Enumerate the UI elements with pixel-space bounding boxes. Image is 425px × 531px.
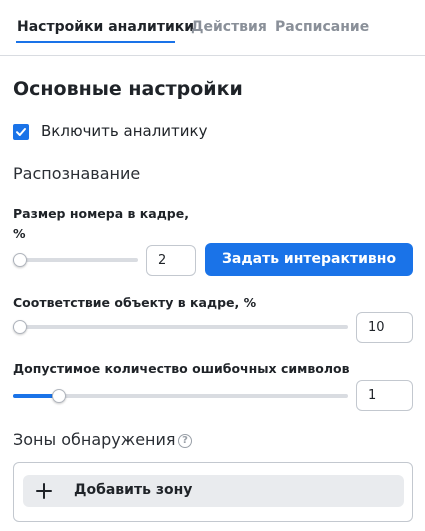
add-zone-button[interactable]: Добавить зону [23, 475, 404, 507]
slider-track [13, 325, 348, 329]
enable-analytics-checkbox[interactable] [13, 124, 29, 140]
plate-size-slider[interactable] [13, 253, 138, 267]
plate-size-label-line1: Размер номера в кадре, [13, 206, 189, 221]
object-match-slider[interactable] [13, 320, 348, 334]
question-circle-icon[interactable]: ? [178, 434, 192, 448]
section-title: Основные настройки [13, 78, 243, 100]
slider-thumb[interactable] [13, 253, 27, 267]
object-match-label: Соответствие объекту в кадре, % [13, 295, 257, 310]
tab-schedule[interactable]: Расписание [275, 19, 369, 35]
tab-actions[interactable]: Действия [191, 19, 267, 35]
plus-icon [36, 483, 52, 499]
tab-bar: Настройки аналитики Действия Расписание [0, 0, 425, 56]
set-interactively-button[interactable]: Задать интерактивно [205, 243, 413, 276]
add-zone-label: Добавить зону [74, 482, 193, 498]
detection-zones-panel: Добавить зону [13, 462, 413, 522]
slider-thumb[interactable] [13, 320, 27, 334]
slider-thumb[interactable] [51, 389, 66, 403]
detection-zones-title: Зоны обнаружения [13, 430, 176, 449]
object-match-input[interactable]: 10 [356, 312, 413, 343]
checkmark-icon [16, 128, 26, 136]
plate-size-input[interactable]: 2 [146, 245, 196, 276]
slider-track [13, 258, 138, 262]
error-chars-label: Допустимое количество ошибочных символов [13, 361, 350, 376]
analytics-settings-page: Настройки аналитики Действия Расписание … [0, 0, 425, 531]
plate-size-label: Размер номера в кадре, % [13, 204, 189, 244]
tab-analytics-settings[interactable]: Настройки аналитики [17, 19, 194, 35]
enable-analytics-label: Включить аналитику [41, 122, 208, 140]
plate-size-label-line2: % [13, 226, 26, 241]
recognition-heading: Распознавание [13, 164, 141, 183]
error-chars-slider[interactable] [13, 389, 348, 403]
active-tab-indicator [16, 41, 175, 43]
error-chars-input[interactable]: 1 [356, 380, 413, 411]
